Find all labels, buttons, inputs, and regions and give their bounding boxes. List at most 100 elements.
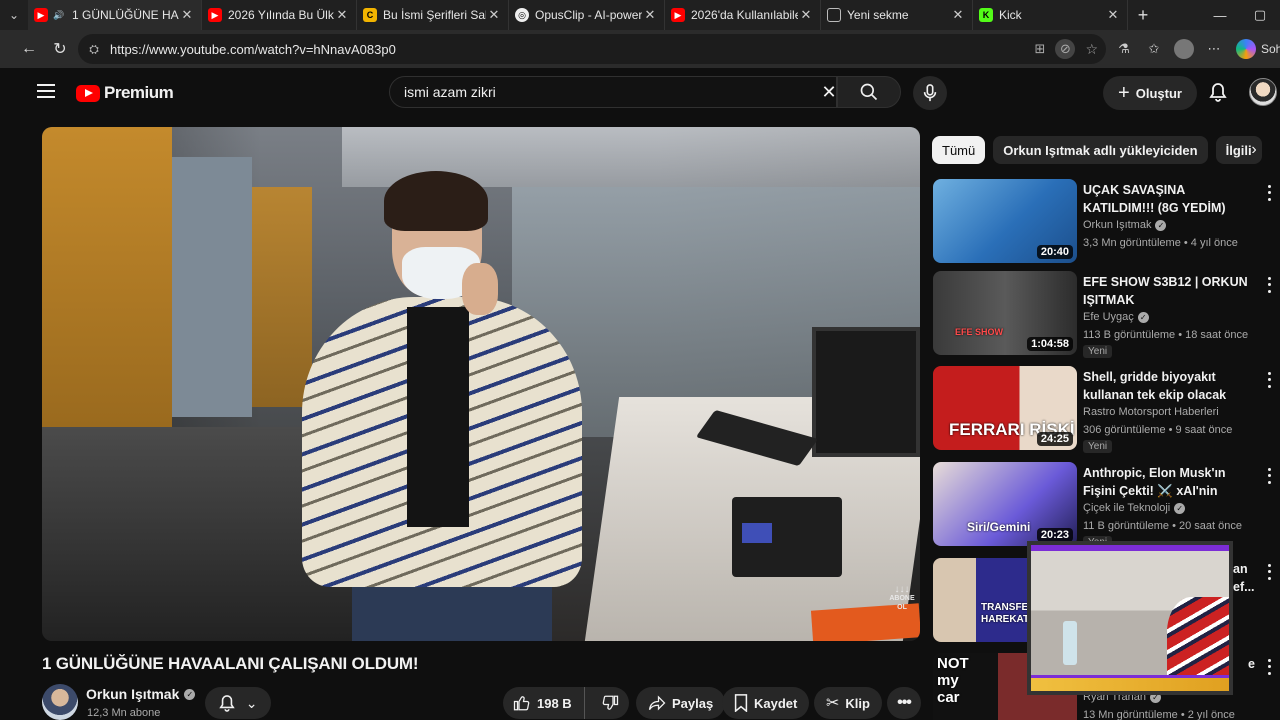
chevron-down-icon: ⌄ xyxy=(245,694,258,711)
recommendation-title[interactable]: an ef... xyxy=(1233,560,1263,596)
more-menu-icon[interactable]: ⋯ xyxy=(1204,39,1224,59)
video-thumbnail[interactable]: EFE SHOW 1:04:58 xyxy=(933,271,1077,355)
video-player[interactable]: ↓↓↓ ABONE OL xyxy=(42,127,920,641)
profile-avatar-icon[interactable] xyxy=(1174,39,1194,59)
apps-grid-icon[interactable]: ⊞ xyxy=(1035,41,1046,57)
recommendation-title[interactable]: UÇAK SAVAŞINA KATILDIM!!! (8G YEDİM) xyxy=(1083,181,1253,217)
url-field[interactable]: ⛭ https://www.youtube.com/watch?v=hNnavA… xyxy=(78,34,1106,64)
tab-close-icon[interactable]: ✕ xyxy=(179,7,195,23)
search-input[interactable]: ismi azam zikri xyxy=(389,76,837,108)
more-vertical-icon[interactable] xyxy=(1262,183,1276,203)
tab-2[interactable]: ▶ 2026 Yılında Bu Ülkeler ✕ xyxy=(202,0,357,30)
bell-icon xyxy=(218,695,235,712)
voice-search-button[interactable] xyxy=(913,76,947,110)
logo-text: Premium xyxy=(104,83,174,102)
tab-close-icon[interactable]: ✕ xyxy=(950,7,966,23)
tab-label: Yeni sekme xyxy=(847,8,909,22)
site-info-icon[interactable]: ⛭ xyxy=(86,41,102,57)
youtube-header: Premium ismi azam zikri ✕ + Oluştur xyxy=(12,68,1280,124)
tab-close-icon[interactable]: ✕ xyxy=(486,7,502,23)
channel-avatar[interactable] xyxy=(42,684,78,720)
tab-1[interactable]: ▶ 🔊 1 GÜNLÜĞÜNE HA ✕ xyxy=(28,0,202,30)
tab-close-icon[interactable]: ✕ xyxy=(1105,7,1121,23)
video-thumbnail[interactable]: FERRARI RİSKİ 24:25 xyxy=(933,366,1077,450)
scissors-icon: ✂ xyxy=(826,695,840,712)
tab-list-chevron-icon[interactable]: ⌄ xyxy=(0,0,28,30)
tab-5[interactable]: ▶ 2026'da Kullanılabileceği ✕ xyxy=(665,0,821,30)
like-dislike-group: 198 B xyxy=(503,687,629,719)
more-horizontal-icon: ••• xyxy=(897,694,912,711)
hamburger-menu-icon[interactable] xyxy=(37,84,55,98)
tab-4[interactable]: ◎ OpusClip - AI-powered ✕ xyxy=(509,0,665,30)
tab-label: OpusClip - AI-powered xyxy=(535,8,642,22)
address-bar: ← ↻ ⛭ https://www.youtube.com/watch?v=hN… xyxy=(0,30,1280,68)
recommendation-title[interactable]: Anthropic, Elon Musk'ın Fişini Çekti! ⚔️… xyxy=(1083,464,1253,500)
channel-name: Orkun Işıtmak xyxy=(86,686,180,702)
recommendation-item[interactable]: FERRARI RİSKİ 24:25 Shell, gridde biyoya… xyxy=(933,366,1280,453)
chip-all[interactable]: Tümü xyxy=(932,136,986,164)
extensions-icon[interactable]: ⚗ xyxy=(1114,39,1134,59)
youtube-premium-logo[interactable]: Premium xyxy=(76,82,174,104)
more-actions-button[interactable]: ••• xyxy=(887,687,921,719)
maximize-icon[interactable]: ▢ xyxy=(1240,0,1280,30)
chip-from-uploader[interactable]: Orkun Işıtmak adlı yükleyiciden xyxy=(993,136,1208,164)
copilot-label[interactable]: Soh xyxy=(1261,42,1280,56)
url-actions: ⊞ ⊘ ☆ xyxy=(1035,34,1098,64)
recommendation-title[interactable]: Shell, gridde biyoyakıt kullanan tek eki… xyxy=(1083,368,1253,404)
tab-close-icon[interactable]: ✕ xyxy=(798,7,814,23)
subscriber-count: 12,3 Mn abone xyxy=(87,707,161,719)
tab-close-icon[interactable]: ✕ xyxy=(334,7,350,23)
channel-name-row[interactable]: Orkun Işıtmak ✓ xyxy=(86,686,196,702)
thumbnail-text: EFE SHOW xyxy=(955,327,1004,337)
recommendation-item[interactable]: 20:40 UÇAK SAVAŞINA KATILDIM!!! (8G YEDİ… xyxy=(933,179,1280,265)
subscription-bell-button[interactable]: ⌄ xyxy=(205,687,271,719)
video-thumbnail[interactable]: 20:40 xyxy=(933,179,1077,263)
tab-7[interactable]: K Kick ✕ xyxy=(973,0,1128,30)
tab-close-icon[interactable]: ✕ xyxy=(642,7,658,23)
thumbs-down-icon xyxy=(602,695,618,710)
recommendation-channel-row[interactable]: Efe Uygaç ✓ xyxy=(1083,311,1149,323)
new-tab-plus-icon[interactable]: + xyxy=(1128,0,1158,30)
tracking-prevention-icon[interactable]: ⊘ xyxy=(1055,39,1076,59)
recommendation-channel-row[interactable]: Rastro Motorsport Haberleri xyxy=(1083,406,1219,418)
clip-button[interactable]: ✂ Klip xyxy=(814,687,882,719)
create-button[interactable]: + Oluştur xyxy=(1103,76,1197,110)
minimize-icon[interactable]: — xyxy=(1200,0,1240,30)
recommendation-item[interactable]: EFE SHOW 1:04:58 EFE SHOW S3B12 | ORKUN … xyxy=(933,271,1280,358)
more-vertical-icon[interactable] xyxy=(1262,562,1276,582)
youtube-favicon-icon: ▶ xyxy=(208,8,222,22)
speaker-icon[interactable]: 🔊 xyxy=(52,8,66,22)
dislike-button[interactable] xyxy=(591,687,629,719)
recommendation-item[interactable]: Siri/Gemini 20:23 Anthropic, Elon Musk'ı… xyxy=(933,462,1280,549)
like-button[interactable]: 198 B xyxy=(503,687,585,719)
back-arrow-icon[interactable]: ← xyxy=(14,34,44,64)
account-avatar[interactable] xyxy=(1249,78,1277,106)
more-vertical-icon[interactable] xyxy=(1262,657,1276,677)
reload-icon[interactable]: ↻ xyxy=(45,34,75,64)
chevron-right-icon[interactable]: › xyxy=(1242,138,1266,162)
tab-6[interactable]: Yeni sekme ✕ xyxy=(821,0,973,30)
duration-badge: 20:23 xyxy=(1036,528,1073,542)
down-arrows-icon: ↓↓↓ xyxy=(894,584,910,595)
notifications-button[interactable] xyxy=(1204,78,1232,106)
more-vertical-icon[interactable] xyxy=(1262,275,1276,295)
thumbs-up-icon xyxy=(513,696,530,711)
recommendation-title[interactable]: EFE SHOW S3B12 | ORKUN IŞITMAK xyxy=(1083,273,1253,309)
more-vertical-icon[interactable] xyxy=(1262,370,1276,390)
collections-star-icon[interactable]: ✩ xyxy=(1144,39,1164,59)
search-button[interactable] xyxy=(837,76,901,108)
verified-check-icon: ✓ xyxy=(184,688,196,700)
favorite-star-icon[interactable]: ☆ xyxy=(1085,41,1098,58)
video-thumbnail[interactable]: Siri/Gemini 20:23 xyxy=(933,462,1077,546)
more-vertical-icon[interactable] xyxy=(1262,466,1276,486)
recommendation-channel-row[interactable]: Orkun Işıtmak ✓ xyxy=(1083,219,1167,231)
copilot-icon[interactable] xyxy=(1236,39,1256,59)
recommendation-title[interactable]: e xyxy=(1248,655,1258,673)
save-button[interactable]: Kaydet xyxy=(722,687,810,719)
youtube-favicon-icon: ▶ xyxy=(671,8,685,22)
clip-label: Klip xyxy=(845,695,870,711)
share-button[interactable]: Paylaş xyxy=(636,687,726,719)
share-label: Paylaş xyxy=(672,695,714,711)
tab-3[interactable]: C Bu İsmi Şerifleri Sabah ✕ xyxy=(357,0,509,30)
recommendation-channel-row[interactable]: Çiçek ile Teknoloji ✓ xyxy=(1083,502,1186,514)
